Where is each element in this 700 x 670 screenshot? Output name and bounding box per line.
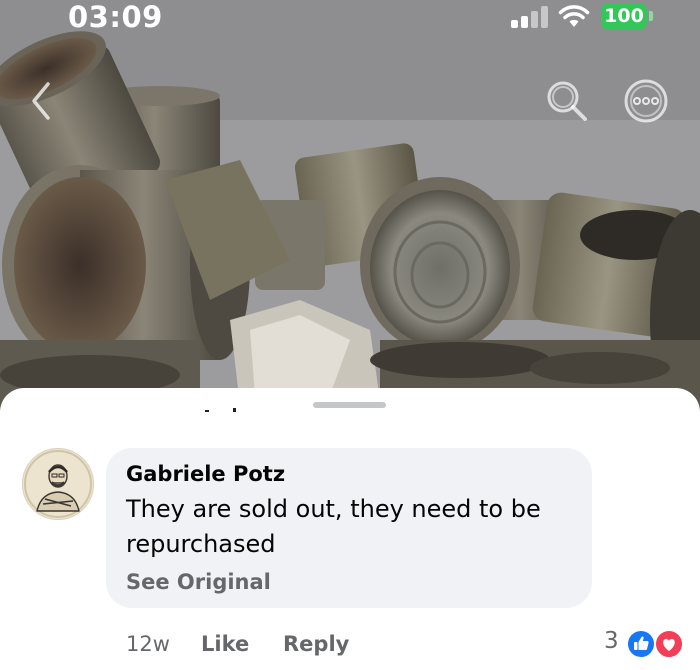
battery-cap [649,11,653,21]
clipped-text-fragment [233,408,236,412]
see-original-link[interactable]: See Original [126,570,271,594]
search-icon [547,81,587,121]
like-reaction-icon[interactable] [626,629,656,659]
comment-text: They are sold out, they need to be repur… [126,495,541,558]
reaction-count[interactable]: 3 [604,628,619,654]
more-dots-icon [624,79,668,123]
sheet-drag-handle[interactable] [313,402,386,408]
background-photo [0,0,700,420]
search-button[interactable] [544,78,590,124]
avatar[interactable] [22,448,94,520]
battery-indicator: 100 [601,3,647,30]
comment-timestamp: 12w [126,632,170,656]
wifi-icon [558,5,590,27]
back-button[interactable] [22,78,62,124]
comment-bubble[interactable]: Gabriele Potz They are sold out, they ne… [106,448,592,608]
comments-sheet: Gabriele Potz They are sold out, they ne… [0,388,700,670]
like-button[interactable]: Like [201,632,249,656]
clipped-text-fragment [205,410,209,412]
more-options-button[interactable] [623,78,669,124]
status-time: 03:09 [68,0,163,34]
chevron-left-icon [32,82,50,120]
love-reaction-icon[interactable] [654,629,684,659]
comment-author[interactable]: Gabriele Potz [126,462,285,486]
cellular-signal-icon [511,6,548,28]
reply-button[interactable]: Reply [283,632,349,656]
avatar-portrait-icon [23,449,93,519]
